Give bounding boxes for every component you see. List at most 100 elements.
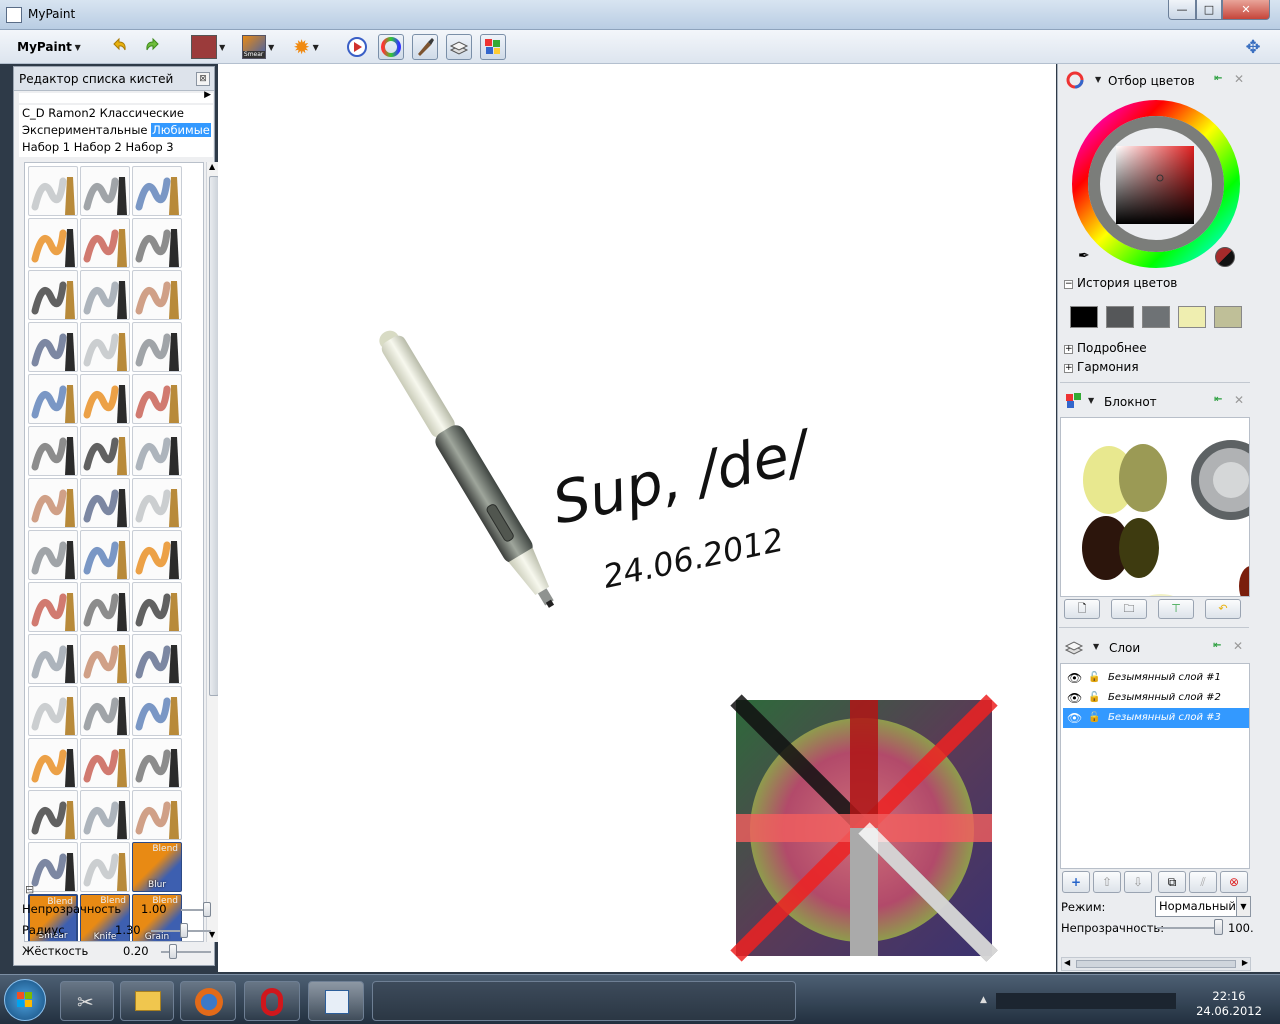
brush-thumbnail[interactable] <box>80 530 130 580</box>
minimize-button[interactable]: — <box>1168 0 1196 20</box>
collapse-icon[interactable]: ⊟ <box>25 883 34 896</box>
color-picker-button[interactable]: ▼ <box>188 34 228 60</box>
brush-thumbnail[interactable] <box>80 374 130 424</box>
close-icon[interactable]: ✕ <box>1234 393 1246 407</box>
chevron-right-icon[interactable]: ▶ <box>1242 958 1248 967</box>
brush-thumbnail[interactable] <box>80 218 130 268</box>
taskbar-window-button[interactable] <box>372 981 796 1021</box>
scratchpad-canvas[interactable] <box>1060 417 1250 597</box>
scratchpad-new-button[interactable]: 🗋 <box>1064 599 1100 619</box>
brush-thumbnail[interactable] <box>28 686 78 736</box>
brush-thumbnail[interactable] <box>132 478 182 528</box>
color-wheel-toggle[interactable] <box>378 34 404 60</box>
brush-group-1-0[interactable]: Экспериментальные <box>22 123 147 137</box>
lock-icon[interactable]: 🔓 <box>1088 712 1100 724</box>
close-icon[interactable]: ✕ <box>1234 72 1246 86</box>
duplicate-layer-button[interactable]: ⧉ <box>1158 871 1186 893</box>
layers-toggle[interactable] <box>446 34 472 60</box>
add-layer-button[interactable]: + <box>1062 871 1090 893</box>
taskbar-explorer[interactable] <box>120 981 174 1021</box>
layer-row[interactable]: 👁 🔓 Безымянный слой #1 <box>1063 668 1249 688</box>
scratchpad-open-button[interactable]: 🗀 <box>1111 599 1147 619</box>
brush-thumbnail[interactable] <box>28 270 78 320</box>
color-history-expander[interactable]: − История цветов <box>1064 276 1177 290</box>
chevron-down-icon[interactable]: ▼ <box>1095 75 1101 84</box>
taskbar-clock[interactable]: 22:16 24.06.2012 <box>1186 989 1272 1019</box>
pin-icon[interactable]: ⇤ <box>1214 394 1226 406</box>
brush-thumbnail[interactable] <box>80 166 130 216</box>
brush-group-0-1[interactable]: Ramon2 <box>48 106 96 120</box>
brush-thumbnail[interactable] <box>132 374 182 424</box>
maximize-button[interactable]: □ <box>1196 0 1222 20</box>
brush-thumbnail[interactable] <box>28 166 78 216</box>
brush-thumbnail[interactable] <box>132 686 182 736</box>
brush-thumbnail[interactable] <box>80 322 130 372</box>
brush-thumbnail[interactable] <box>132 582 182 632</box>
brush-thumbnail[interactable] <box>28 582 78 632</box>
brush-selector-button[interactable]: Smear ▼ <box>238 34 278 60</box>
eye-icon[interactable]: 👁 <box>1067 692 1082 704</box>
scratchpad-revert-button[interactable]: ↶ <box>1205 599 1241 619</box>
brush-thumbnail[interactable] <box>80 790 130 840</box>
start-button[interactable] <box>4 979 46 1021</box>
taskbar-paint-app[interactable]: ✂ <box>60 981 114 1021</box>
brush-thumbnail[interactable] <box>80 686 130 736</box>
brush-group-2-0[interactable]: Набор 1 <box>22 140 70 154</box>
lock-icon[interactable]: 🔓 <box>1088 672 1100 684</box>
brush-thumbnail[interactable] <box>80 426 130 476</box>
merge-layer-button[interactable]: ⫽ <box>1189 871 1217 893</box>
layer-row[interactable]: 👁 🔓 Безымянный слой #2 <box>1063 688 1249 708</box>
chevron-left-icon[interactable]: ◀ <box>1064 958 1070 967</box>
brush-thumbnail[interactable] <box>80 478 130 528</box>
brush-thumbnail[interactable] <box>132 738 182 788</box>
close-icon[interactable]: ✕ <box>1233 639 1245 653</box>
history-swatch[interactable] <box>1106 306 1134 328</box>
brush-thumbnail[interactable] <box>132 634 182 684</box>
brush-group-1-1[interactable]: Любимые <box>151 123 211 137</box>
brush-thumbnail[interactable] <box>132 322 182 372</box>
lower-layer-button[interactable]: ⇩ <box>1124 871 1152 893</box>
brush-settings-button[interactable]: ✹ ▼ <box>286 34 326 60</box>
brush-thumbnail[interactable] <box>132 790 182 840</box>
brush-thumbnail[interactable] <box>80 270 130 320</box>
undo-button[interactable] <box>106 34 132 60</box>
hsv-color-wheel[interactable] <box>1072 100 1242 270</box>
taskbar-mypaint[interactable] <box>308 981 364 1021</box>
brush-thumbnail[interactable] <box>132 530 182 580</box>
brush-thumbnail[interactable] <box>80 842 130 892</box>
eye-icon[interactable]: 👁 <box>1067 672 1082 684</box>
eye-icon[interactable]: 👁 <box>1067 712 1082 724</box>
history-swatch[interactable] <box>1070 306 1098 328</box>
brush-thumbnail[interactable] <box>80 634 130 684</box>
brush-thumbnail[interactable] <box>28 478 78 528</box>
redo-button[interactable] <box>140 34 166 60</box>
history-swatch[interactable] <box>1214 306 1242 328</box>
chevron-down-icon[interactable]: ▼ <box>1093 642 1099 651</box>
history-swatch[interactable] <box>1142 306 1170 328</box>
play-button[interactable] <box>344 34 370 60</box>
layer-opacity-knob[interactable] <box>1214 919 1223 935</box>
details-expander[interactable]: + Подробнее <box>1064 341 1147 355</box>
taskbar-opera[interactable] <box>244 981 300 1021</box>
raise-layer-button[interactable]: ⇧ <box>1093 871 1121 893</box>
brush-thumbnail[interactable] <box>80 738 130 788</box>
chevron-up-icon[interactable]: ▲ <box>209 162 215 171</box>
layer-row[interactable]: 👁 🔓 Безымянный слой #3 <box>1063 708 1249 728</box>
brush-thumbnail[interactable] <box>28 634 78 684</box>
brush-thumbnail[interactable] <box>132 166 182 216</box>
hardness-slider-knob[interactable] <box>169 944 178 959</box>
pin-icon[interactable]: ⇤ <box>1213 640 1225 652</box>
history-swatch[interactable] <box>1178 306 1206 328</box>
drawing-canvas[interactable]: Sup, /de/ 24.06.2012 <box>218 64 1056 972</box>
harmony-expander[interactable]: + Гармония <box>1064 360 1139 374</box>
brush-thumbnail[interactable] <box>28 322 78 372</box>
brush-thumbnail[interactable] <box>28 374 78 424</box>
brush-thumbnail[interactable] <box>28 218 78 268</box>
chevron-right-icon[interactable]: ▶ <box>204 90 211 100</box>
delete-layer-button[interactable]: ⊗ <box>1220 871 1248 893</box>
brush-thumbnail[interactable] <box>132 218 182 268</box>
brush-thumbnail[interactable] <box>28 426 78 476</box>
brush-group-0-0[interactable]: C_D <box>22 106 45 120</box>
brush-thumbnail[interactable] <box>28 842 78 892</box>
opacity-slider-knob[interactable] <box>203 902 211 917</box>
